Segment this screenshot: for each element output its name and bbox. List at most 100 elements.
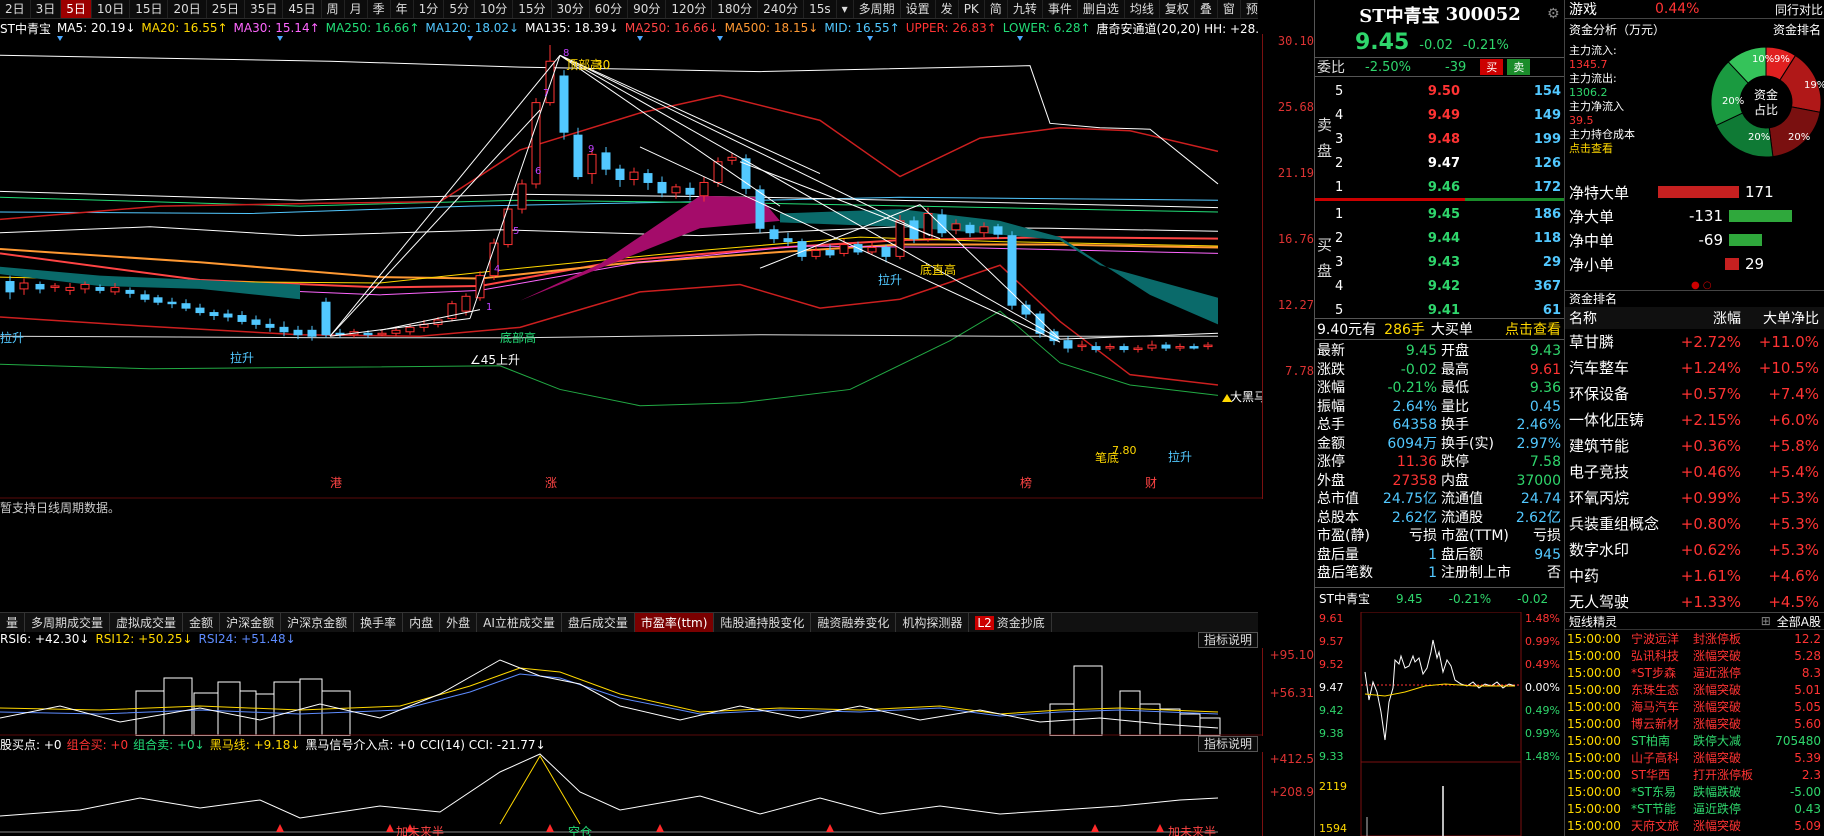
period-13[interactable]: 1分	[414, 0, 445, 18]
period-0[interactable]: 2日	[0, 0, 31, 18]
rank-row[interactable]: 建筑节能 +0.36% +5.8%	[1565, 433, 1824, 459]
tool-0[interactable]: 发	[936, 0, 959, 18]
tool-2[interactable]: 简	[985, 0, 1008, 18]
indicator-tab[interactable]: 沪深京金额	[281, 613, 355, 632]
indicator-tab[interactable]: 金额	[183, 613, 221, 632]
bids-row[interactable]: 4 9.42 367	[1315, 275, 1565, 299]
rsi-chart[interactable]	[0, 648, 1262, 736]
bids-row[interactable]: 3 9.43 29	[1315, 251, 1565, 275]
indicator-tab[interactable]: 机构探测器	[896, 613, 970, 632]
indicator-tab[interactable]: 盘后成交量	[562, 613, 635, 632]
tool-10[interactable]: 预测	[1241, 0, 1258, 18]
tab-capital-bottom[interactable]: L2 资金抄底	[969, 613, 1052, 632]
settings-button[interactable]: 设置	[901, 0, 936, 18]
period-4[interactable]: 15日	[130, 0, 169, 18]
kline-chart[interactable]: 顶部高30底直高拉升拉升拉升拉升底部高∠45上升笔底7.80大黑马港涨榜财145…	[0, 34, 1262, 499]
period-8[interactable]: 45日	[283, 0, 322, 18]
intraday-mini-chart[interactable]: 9.61 9.57 9.52 9.47 9.42 9.38 9.33 2119 1594 1.48…	[1315, 612, 1565, 836]
rank-col-ratio[interactable]: 大单净比	[1741, 308, 1819, 328]
tool-3[interactable]: 九转	[1008, 0, 1043, 18]
chevron-down-icon[interactable]: ▾	[837, 0, 854, 18]
tool-9[interactable]: 窗	[1218, 0, 1241, 18]
peer-compare-link[interactable]: 同行对比	[1775, 1, 1823, 18]
indicator-tab[interactable]: 换手率	[354, 613, 404, 632]
period-21[interactable]: 180分	[712, 0, 759, 18]
period-11[interactable]: 季	[368, 0, 391, 18]
period-select[interactable]: 15s	[804, 0, 837, 18]
rsi-explain-button[interactable]: 指标说明	[1198, 632, 1259, 648]
period-15[interactable]: 10分	[475, 0, 514, 18]
tool-7[interactable]: 复权	[1160, 0, 1195, 18]
asks-row[interactable]: 1 9.46 172	[1315, 176, 1565, 200]
short-elf-select[interactable]: 全部A股	[1777, 613, 1821, 630]
period-1[interactable]: 3日	[31, 0, 62, 18]
period-9[interactable]: 周	[322, 0, 345, 18]
indicator-tab[interactable]: 融资融券变化	[811, 613, 897, 632]
rank-col-name[interactable]: 名称	[1565, 308, 1669, 328]
short-elf-row[interactable]: 15:00:00 *ST节能 逼近跌停 0.43	[1565, 801, 1824, 818]
indicator-tab[interactable]: 陆股通持股变化	[714, 613, 812, 632]
indicator-tab[interactable]: 虚拟成交量	[110, 613, 184, 632]
period-3[interactable]: 10日	[92, 0, 131, 18]
period-19[interactable]: 90分	[628, 0, 667, 18]
short-elf-row[interactable]: 15:00:00 弘讯科技 涨幅突破 5.28	[1565, 648, 1824, 665]
period-20[interactable]: 120分	[666, 0, 713, 18]
short-elf-row[interactable]: 15:00:00 ST柏南 跌停大减 705480	[1565, 733, 1824, 750]
rank-row[interactable]: 中药 +1.61% +4.6%	[1565, 563, 1824, 589]
period-14[interactable]: 5分	[444, 0, 475, 18]
bids-row[interactable]: 2 9.44 118	[1315, 227, 1565, 251]
buy-button[interactable]: 买	[1480, 59, 1504, 75]
big-order-link[interactable]: 点击查看	[1505, 319, 1561, 339]
indicator-tab[interactable]: 沪深金额	[220, 613, 282, 632]
tool-4[interactable]: 事件	[1043, 0, 1078, 18]
rank-row[interactable]: 一体化压铸 +2.15% +6.0%	[1565, 407, 1824, 433]
cost-link[interactable]: 点击查看	[1569, 142, 1635, 156]
period-2[interactable]: 5日	[61, 0, 92, 18]
filter-icon[interactable]: ⊞	[1761, 614, 1771, 628]
rank-row[interactable]: 环氧丙烷 +0.99% +5.3%	[1565, 485, 1824, 511]
period-16[interactable]: 15分	[513, 0, 552, 18]
rank-row[interactable]: 电子竞技 +0.46% +5.4%	[1565, 459, 1824, 485]
tool-6[interactable]: 均线	[1125, 0, 1160, 18]
bids-row[interactable]: 1 9.45 186	[1315, 203, 1565, 227]
period-7[interactable]: 35日	[245, 0, 284, 18]
short-elf-row[interactable]: 15:00:00 ST华西 打开涨停板 2.3	[1565, 767, 1824, 784]
tool-5[interactable]: 删自选	[1078, 0, 1125, 18]
short-elf-row[interactable]: 15:00:00 *ST东易 跌幅跌破 -5.00	[1565, 784, 1824, 801]
indicator-tab[interactable]: 外盘	[440, 613, 478, 632]
sell-button[interactable]: 卖	[1507, 59, 1531, 75]
rank-row[interactable]: 汽车整车 +1.24% +10.5%	[1565, 355, 1824, 381]
rank-row[interactable]: 数字水印 +0.62% +5.3%	[1565, 537, 1824, 563]
short-elf-row[interactable]: 15:00:00 博云新材 涨幅突破 5.60	[1565, 716, 1824, 733]
gear-icon[interactable]: ⚙	[1547, 6, 1560, 22]
short-elf-row[interactable]: 15:00:00 海马汽车 涨幅突破 5.05	[1565, 699, 1824, 716]
asks-row[interactable]: 5 9.50 154	[1315, 80, 1565, 104]
sector-name[interactable]: 游戏	[1569, 0, 1597, 19]
short-elf-row[interactable]: 15:00:00 宁波远洋 封涨停板 12.2	[1565, 631, 1824, 648]
short-elf-row[interactable]: 15:00:00 *ST步森 逼近涨停 8.3	[1565, 665, 1824, 682]
cci-explain-button[interactable]: 指标说明	[1198, 736, 1259, 752]
tool-8[interactable]: 叠	[1195, 0, 1218, 18]
asks-row[interactable]: 2 9.47 126	[1315, 152, 1565, 176]
indicator-tab[interactable]: 市盈率(ttm)	[634, 613, 715, 632]
rank-link[interactable]: 资金排名	[1773, 21, 1821, 38]
tool-1[interactable]: PK	[959, 0, 985, 18]
indicator-tab[interactable]: 量	[0, 613, 26, 632]
short-elf-row[interactable]: 15:00:00 东珠生态 涨幅突破 5.01	[1565, 682, 1824, 699]
period-22[interactable]: 240分	[758, 0, 805, 18]
multi-period-button[interactable]: 多周期	[854, 0, 901, 18]
period-17[interactable]: 30分	[552, 0, 590, 18]
period-10[interactable]: 月	[345, 0, 368, 18]
period-6[interactable]: 25日	[207, 0, 246, 18]
cci-chart[interactable]: 加未来半 加未来半 空仓	[0, 752, 1262, 836]
period-18[interactable]: 60分	[590, 0, 629, 18]
asks-row[interactable]: 3 9.48 199	[1315, 128, 1565, 152]
short-elf-row[interactable]: 15:00:00 天府文旅 涨幅突破 5.09	[1565, 818, 1824, 835]
rank-row[interactable]: 草甘膦 +2.72% +11.0%	[1565, 329, 1824, 355]
indicator-tab[interactable]: 多周期成交量	[25, 613, 111, 632]
period-12[interactable]: 年	[391, 0, 414, 18]
short-elf-row[interactable]: 15:00:00 山子高科 涨幅突破 5.39	[1565, 750, 1824, 767]
rank-row[interactable]: 环保设备 +0.57% +7.4%	[1565, 381, 1824, 407]
asks-row[interactable]: 4 9.49 149	[1315, 104, 1565, 128]
indicator-tab[interactable]: AI立桩成交量	[477, 613, 562, 632]
